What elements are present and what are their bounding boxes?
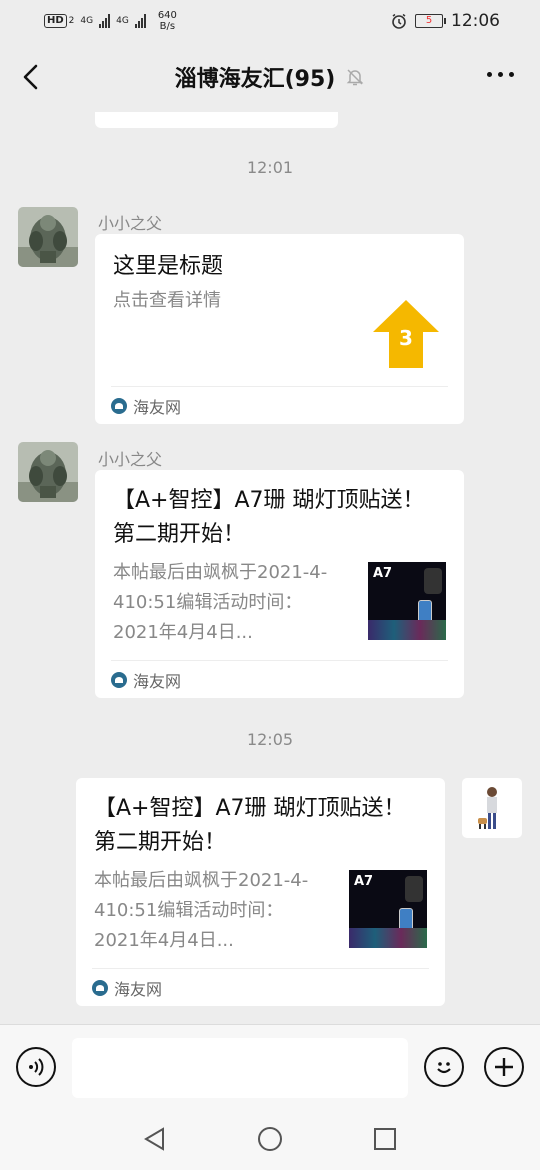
group-name: 淄博海友汇(95)	[174, 67, 336, 92]
card-thumbnail: A7	[368, 562, 446, 640]
alarm-icon	[392, 13, 406, 29]
avatar[interactable]	[18, 442, 78, 502]
network-type-1: 4G	[80, 16, 94, 26]
sender-name: 小小之父	[98, 450, 163, 469]
card-title: 这里是标题	[113, 254, 224, 279]
chat-header: 淄博海友汇(95)	[0, 42, 540, 112]
status-bar: HD 2 4G 4G 640 B/s 5 12:06	[0, 0, 540, 42]
previous-message-card[interactable]	[95, 112, 338, 128]
card-footer: 海友网	[92, 968, 429, 1006]
bell-muted-icon	[347, 69, 364, 86]
card-footer: 海友网	[111, 660, 448, 698]
message-input[interactable]	[72, 1038, 408, 1098]
hd-indicator: HD	[44, 14, 67, 28]
thumb-label: A7	[373, 566, 393, 581]
message-list[interactable]: 12:01 小小之父 这里是标题 点击查看详情 3 海友网 小小之父 【A+智控…	[0, 112, 540, 1024]
emoji-icon[interactable]	[424, 1047, 464, 1087]
hd-sub: 2	[68, 16, 75, 26]
source-logo-icon	[111, 671, 127, 688]
timestamp: 12:01	[246, 158, 294, 177]
sender-name: 小小之父	[98, 214, 163, 233]
card-source: 海友网	[114, 979, 163, 999]
avatar[interactable]	[18, 207, 78, 267]
chevron-left-icon[interactable]	[18, 62, 46, 92]
badge-count: 3	[399, 326, 413, 350]
card-description: 本帖最后由飒枫于2021-4-410:51编辑活动时间：2021年4月4日...	[94, 870, 309, 951]
signal-icon-2	[134, 14, 146, 28]
back-triangle-icon[interactable]	[142, 1126, 168, 1152]
voice-icon[interactable]	[16, 1047, 56, 1087]
recents-square-icon[interactable]	[372, 1126, 398, 1152]
input-bar	[0, 1024, 540, 1108]
home-circle-icon[interactable]	[257, 1126, 283, 1152]
timestamp: 12:05	[246, 730, 294, 749]
card-title: 【A+智控】A7珊 瑚灯顶贴送！第二期开始！	[94, 796, 406, 855]
card-description: 本帖最后由飒枫于2021-4-410:51编辑活动时间：2021年4月4日...	[113, 562, 328, 643]
link-card[interactable]: 【A+智控】A7珊 瑚灯顶贴送！第二期开始！ 本帖最后由飒枫于2021-4-41…	[76, 778, 445, 1006]
system-navigation	[0, 1108, 540, 1170]
card-source: 海友网	[133, 671, 182, 691]
thumb-label: A7	[354, 874, 374, 889]
source-logo-icon	[111, 397, 127, 414]
my-avatar[interactable]	[462, 778, 522, 838]
battery-icon: 5	[415, 14, 446, 28]
plus-icon[interactable]	[484, 1047, 524, 1087]
source-logo-icon	[92, 979, 108, 996]
network-speed: 640 B/s	[157, 10, 177, 32]
card-description: 点击查看详情	[113, 290, 221, 311]
signal-icon	[99, 14, 111, 28]
card-thumbnail: A7	[349, 870, 427, 948]
link-card[interactable]: 这里是标题 点击查看详情 3 海友网	[95, 234, 464, 424]
chat-title: 淄博海友汇(95)	[175, 61, 366, 93]
more-dots-icon[interactable]	[487, 72, 514, 77]
card-footer: 海友网	[111, 386, 448, 424]
link-card[interactable]: 【A+智控】A7珊 瑚灯顶贴送！第二期开始！ 本帖最后由飒枫于2021-4-41…	[95, 470, 464, 698]
card-title: 【A+智控】A7珊 瑚灯顶贴送！第二期开始！	[113, 488, 425, 547]
card-source: 海友网	[133, 397, 182, 417]
clock: 12:06	[451, 11, 500, 31]
network-type-2: 4G	[116, 16, 129, 26]
